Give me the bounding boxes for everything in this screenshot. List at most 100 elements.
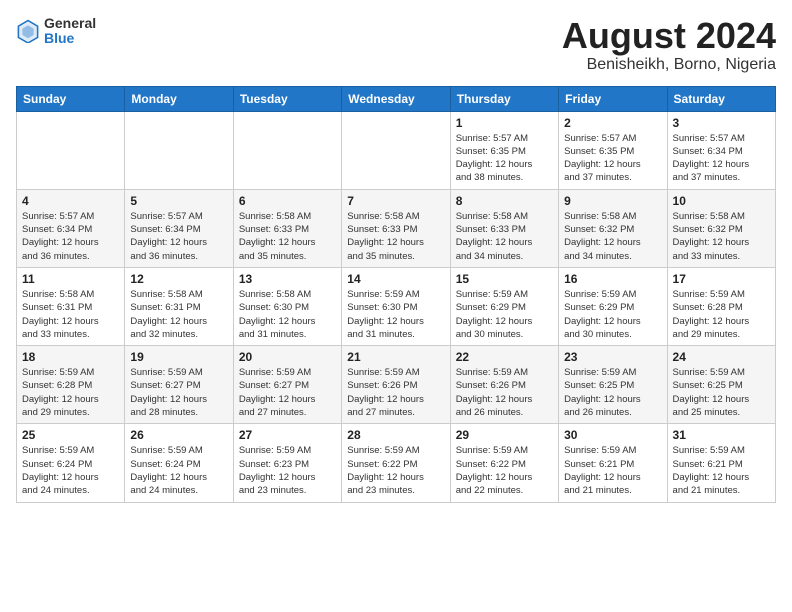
calendar-cell: 26Sunrise: 5:59 AM Sunset: 6:24 PM Dayli… [125,424,233,502]
calendar-cell [17,111,125,189]
calendar-cell: 2Sunrise: 5:57 AM Sunset: 6:35 PM Daylig… [559,111,667,189]
logo-general-text: General [44,16,96,31]
day-info: Sunrise: 5:58 AM Sunset: 6:33 PM Dayligh… [347,210,444,263]
calendar-cell: 1 Sunrise: 5:57 AM Sunset: 6:35 PM Daylig… [450,111,558,189]
day-info: Sunrise: 5:59 AM Sunset: 6:28 PM Dayligh… [673,288,770,341]
calendar-cell: 16 Sunrise: 5:59 AM Sunset: 6:29 PM Dayli… [559,267,667,345]
day-info: Sunrise: 5:59 AM Sunset: 6:26 PM Dayligh… [456,366,553,419]
page-header: General Blue August 2024 Benisheikh, Bor… [16,16,776,74]
day-info: Sunrise: 5:59 AM Sunset: 6:26 PM Dayligh… [347,366,444,419]
day-info: Sunrise: 5:57 AM Sunset: 6:34 PM Dayligh… [22,210,119,263]
month-year-title: August 2024 [562,16,776,56]
day-info: Sunrise: 5:58 AM Sunset: 6:32 PM Dayligh… [564,210,661,263]
calendar-cell: 12 Sunrise: 5:58 AM Sunset: 6:31 PM Dayli… [125,267,233,345]
day-info: Sunrise: 5:58 AM Sunset: 6:33 PM Dayligh… [239,210,336,263]
day-info: Sunrise: 5:59 AM Sunset: 6:27 PM Dayligh… [239,366,336,419]
day-number: 19 [130,350,227,364]
day-number: 5 [130,194,227,208]
col-header-saturday: Saturday [667,86,775,111]
day-info: Sunrise: 5:57 AM Sunset: 6:34 PM Dayligh… [130,210,227,263]
col-header-sunday: Sunday [17,86,125,111]
day-info: Sunrise: 5:59 AM Sunset: 6:22 PM Dayligh… [347,444,444,497]
day-number: 17 [673,272,770,286]
day-info: Sunrise: 5:58 AM Sunset: 6:31 PM Dayligh… [22,288,119,341]
day-info: Sunrise: 5:59 AM Sunset: 6:24 PM Dayligh… [130,444,227,497]
day-number: 21 [347,350,444,364]
day-info: Sunrise: 5:59 AM Sunset: 6:21 PM Dayligh… [564,444,661,497]
logo: General Blue [16,16,96,47]
calendar-cell [342,111,450,189]
calendar-cell: 24 Sunrise: 5:59 AM Sunset: 6:25 PM Dayli… [667,346,775,424]
calendar-week-row: 1 Sunrise: 5:57 AM Sunset: 6:35 PM Daylig… [17,111,776,189]
day-number: 22 [456,350,553,364]
calendar-cell: 17 Sunrise: 5:59 AM Sunset: 6:28 PM Dayli… [667,267,775,345]
day-number: 24 [673,350,770,364]
logo-icon [16,19,40,43]
col-header-thursday: Thursday [450,86,558,111]
day-number: 13 [239,272,336,286]
calendar-cell: 28 Sunrise: 5:59 AM Sunset: 6:22 PM Dayli… [342,424,450,502]
calendar-cell: 10Sunrise: 5:58 AM Sunset: 6:32 PM Dayli… [667,189,775,267]
calendar-week-row: 25 Sunrise: 5:59 AM Sunset: 6:24 PM Dayli… [17,424,776,502]
day-number: 3 [673,116,770,130]
day-number: 9 [564,194,661,208]
day-info: Sunrise: 5:59 AM Sunset: 6:22 PM Dayligh… [456,444,553,497]
col-header-monday: Monday [125,86,233,111]
calendar-cell: 4Sunrise: 5:57 AM Sunset: 6:34 PM Daylig… [17,189,125,267]
col-header-friday: Friday [559,86,667,111]
day-number: 20 [239,350,336,364]
calendar-cell [233,111,341,189]
day-info: Sunrise: 5:59 AM Sunset: 6:21 PM Dayligh… [673,444,770,497]
calendar-cell: 13 Sunrise: 5:58 AM Sunset: 6:30 PM Dayli… [233,267,341,345]
location-subtitle: Benisheikh, Borno, Nigeria [562,56,776,74]
day-info: Sunrise: 5:59 AM Sunset: 6:23 PM Dayligh… [239,444,336,497]
logo-text: General Blue [44,16,96,47]
day-info: Sunrise: 5:57 AM Sunset: 6:34 PM Dayligh… [673,132,770,185]
calendar-cell: 3 Sunrise: 5:57 AM Sunset: 6:34 PM Daylig… [667,111,775,189]
calendar-week-row: 18 Sunrise: 5:59 AM Sunset: 6:28 PM Dayli… [17,346,776,424]
day-info: Sunrise: 5:58 AM Sunset: 6:31 PM Dayligh… [130,288,227,341]
title-block: August 2024 Benisheikh, Borno, Nigeria [562,16,776,74]
col-header-tuesday: Tuesday [233,86,341,111]
calendar-cell: 5 Sunrise: 5:57 AM Sunset: 6:34 PM Daylig… [125,189,233,267]
calendar-cell: 9 Sunrise: 5:58 AM Sunset: 6:32 PM Daylig… [559,189,667,267]
day-info: Sunrise: 5:59 AM Sunset: 6:24 PM Dayligh… [22,444,119,497]
day-number: 12 [130,272,227,286]
day-info: Sunrise: 5:58 AM Sunset: 6:30 PM Dayligh… [239,288,336,341]
day-info: Sunrise: 5:59 AM Sunset: 6:27 PM Dayligh… [130,366,227,419]
day-info: Sunrise: 5:59 AM Sunset: 6:25 PM Dayligh… [564,366,661,419]
day-number: 14 [347,272,444,286]
day-number: 18 [22,350,119,364]
day-number: 1 [456,116,553,130]
calendar-cell: 29Sunrise: 5:59 AM Sunset: 6:22 PM Dayli… [450,424,558,502]
calendar-cell: 20 Sunrise: 5:59 AM Sunset: 6:27 PM Dayli… [233,346,341,424]
day-number: 11 [22,272,119,286]
calendar-cell: 11 Sunrise: 5:58 AM Sunset: 6:31 PM Dayli… [17,267,125,345]
day-info: Sunrise: 5:59 AM Sunset: 6:25 PM Dayligh… [673,366,770,419]
calendar-cell: 31 Sunrise: 5:59 AM Sunset: 6:21 PM Dayli… [667,424,775,502]
day-number: 25 [22,428,119,442]
day-info: Sunrise: 5:57 AM Sunset: 6:35 PM Dayligh… [456,132,553,185]
calendar-cell: 18 Sunrise: 5:59 AM Sunset: 6:28 PM Dayli… [17,346,125,424]
calendar-week-row: 11 Sunrise: 5:58 AM Sunset: 6:31 PM Dayli… [17,267,776,345]
calendar-table: SundayMondayTuesdayWednesdayThursdayFrid… [16,86,776,503]
day-number: 16 [564,272,661,286]
day-number: 31 [673,428,770,442]
day-number: 8 [456,194,553,208]
calendar-cell: 8Sunrise: 5:58 AM Sunset: 6:33 PM Daylig… [450,189,558,267]
calendar-cell: 27 Sunrise: 5:59 AM Sunset: 6:23 PM Dayli… [233,424,341,502]
day-info: Sunrise: 5:59 AM Sunset: 6:28 PM Dayligh… [22,366,119,419]
day-number: 27 [239,428,336,442]
day-number: 23 [564,350,661,364]
calendar-cell: 23 Sunrise: 5:59 AM Sunset: 6:25 PM Dayli… [559,346,667,424]
day-number: 7 [347,194,444,208]
day-number: 28 [347,428,444,442]
calendar-header-row: SundayMondayTuesdayWednesdayThursdayFrid… [17,86,776,111]
day-info: Sunrise: 5:59 AM Sunset: 6:29 PM Dayligh… [564,288,661,341]
calendar-cell: 22 Sunrise: 5:59 AM Sunset: 6:26 PM Dayli… [450,346,558,424]
calendar-cell: 14 Sunrise: 5:59 AM Sunset: 6:30 PM Dayli… [342,267,450,345]
day-number: 30 [564,428,661,442]
day-info: Sunrise: 5:59 AM Sunset: 6:30 PM Dayligh… [347,288,444,341]
calendar-week-row: 4Sunrise: 5:57 AM Sunset: 6:34 PM Daylig… [17,189,776,267]
calendar-cell [125,111,233,189]
